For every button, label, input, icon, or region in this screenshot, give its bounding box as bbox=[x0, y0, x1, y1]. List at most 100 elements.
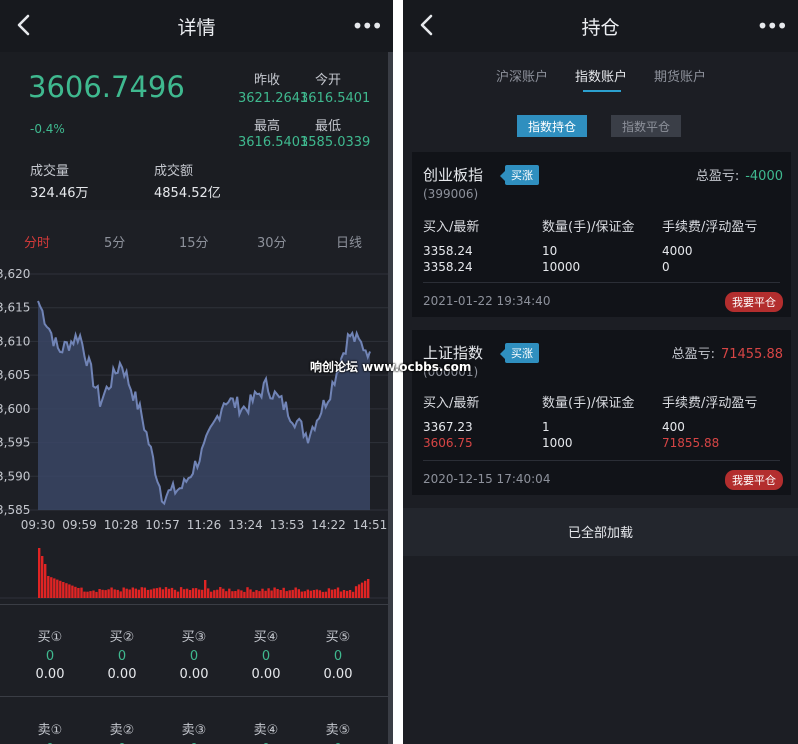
y-tick-label: 3,610 bbox=[0, 334, 30, 348]
volume-bar bbox=[56, 579, 59, 598]
volume-bar bbox=[110, 587, 113, 598]
scrollbar[interactable] bbox=[388, 52, 393, 744]
fee-column: 手续费/浮动盈亏 4000 0 bbox=[662, 220, 757, 275]
volume-bar bbox=[270, 590, 273, 598]
volume-value: 324.46万 bbox=[30, 186, 89, 201]
bid-level-4: 买④ 0 0.00 bbox=[236, 626, 296, 682]
tab-daily[interactable]: 日线 bbox=[336, 232, 362, 251]
x-tick-label: 10:57 bbox=[145, 518, 180, 532]
x-tick-label: 14:22 bbox=[311, 518, 346, 532]
column-header: 数量(手)/保证金 bbox=[542, 220, 635, 235]
volume-bar bbox=[264, 590, 267, 598]
volume-bar bbox=[201, 589, 204, 598]
index-positions-button[interactable]: 指数持仓 bbox=[517, 115, 588, 137]
volume-bar bbox=[62, 582, 65, 598]
bid-qty: 0 bbox=[333, 649, 343, 664]
volume-bar bbox=[50, 577, 53, 598]
stat-open: 今开 bbox=[315, 69, 341, 88]
x-tick-label: 09:59 bbox=[62, 518, 97, 532]
bid-label: 买② bbox=[109, 630, 135, 645]
tab-index-account[interactable]: 指数账户 bbox=[575, 66, 627, 85]
volume-bar bbox=[95, 591, 98, 598]
bid-qty: 0 bbox=[261, 649, 271, 664]
stat-value: 3616.5401 bbox=[300, 91, 371, 106]
volume-bar bbox=[167, 588, 171, 598]
margin: 10000 bbox=[542, 260, 581, 274]
volume-bar bbox=[210, 591, 213, 598]
more-icon[interactable]: ••• bbox=[352, 14, 383, 38]
volume-bar bbox=[137, 589, 140, 598]
volume-bar bbox=[249, 589, 252, 598]
volume-bar bbox=[83, 591, 86, 598]
bid-qty: 0 bbox=[189, 649, 199, 664]
stat-label: 昨收 bbox=[254, 73, 281, 88]
bid-label: 买④ bbox=[253, 630, 279, 645]
volume-bar bbox=[131, 587, 134, 598]
qty-column: 数量(手)/保证金 10 10000 bbox=[542, 220, 635, 275]
ask-label: 卖⑤ bbox=[325, 723, 351, 738]
active-tab-indicator bbox=[583, 90, 621, 92]
volume-bar bbox=[86, 591, 89, 598]
index-closed-button[interactable]: 指数平仓 bbox=[611, 115, 682, 137]
volume-bar bbox=[104, 590, 107, 598]
buy-long-tag: 买涨 bbox=[500, 343, 539, 363]
volume-bar bbox=[261, 588, 264, 598]
more-icon[interactable]: ••• bbox=[757, 14, 788, 38]
volume-bar bbox=[300, 591, 303, 598]
tab-futures-account[interactable]: 期货账户 bbox=[654, 66, 706, 85]
tab-15min[interactable]: 15分 bbox=[179, 232, 209, 251]
total-pnl-label: 总盈亏: bbox=[671, 347, 715, 362]
tab-30min[interactable]: 30分 bbox=[257, 232, 287, 251]
volume-bar bbox=[89, 591, 92, 598]
bid-label: 买③ bbox=[181, 630, 207, 645]
fee-column: 手续费/浮动盈亏 400 71855.88 bbox=[662, 396, 757, 451]
stat-value: 3616.5401 bbox=[238, 135, 309, 150]
tab-a-share-account[interactable]: 沪深账户 bbox=[496, 66, 548, 85]
volume-bar bbox=[225, 591, 228, 598]
volume-bar bbox=[276, 589, 279, 598]
turnover: 成交额 4854.52亿 bbox=[154, 160, 221, 201]
volume-bar bbox=[237, 589, 240, 598]
volume-bar bbox=[71, 585, 74, 598]
volume-bar bbox=[219, 587, 222, 598]
stat-open-value: 3616.5401 bbox=[300, 88, 370, 106]
page-title: 持仓 bbox=[581, 17, 620, 39]
turnover-label: 成交额 bbox=[154, 164, 194, 179]
volume-bar bbox=[182, 589, 186, 598]
volume-bar bbox=[357, 584, 361, 598]
fee: 4000 bbox=[662, 244, 693, 258]
volume-bar bbox=[59, 580, 62, 598]
volume-bar bbox=[107, 589, 110, 598]
volume-bar bbox=[140, 587, 143, 598]
volume-bar bbox=[315, 589, 319, 598]
total-pnl: 总盈亏: -4000 bbox=[696, 165, 783, 184]
volume-bar bbox=[339, 591, 343, 598]
ask-label: 卖① bbox=[37, 723, 63, 738]
open-time: 2020-12-15 17:40:04 bbox=[423, 472, 551, 486]
volume-bar bbox=[65, 583, 68, 598]
volume-bar bbox=[294, 587, 297, 598]
volume-bar bbox=[116, 589, 119, 598]
stat-low-value: 3585.0339 bbox=[300, 132, 370, 150]
volume-bar bbox=[312, 590, 316, 598]
bid-price: 0.00 bbox=[107, 667, 137, 682]
volume-bar bbox=[80, 587, 83, 598]
tab-intraday[interactable]: 分时 bbox=[24, 232, 50, 251]
y-tick-label: 3,615 bbox=[0, 301, 30, 315]
ask-label: 卖④ bbox=[253, 723, 279, 738]
quote-summary: 3606.7496 -0.4% 昨收 3621.2641 今开 3616.540… bbox=[0, 52, 388, 210]
volume-bar bbox=[188, 590, 192, 598]
floating-pnl: 71855.88 bbox=[662, 436, 720, 450]
bid-price: 0.00 bbox=[323, 667, 353, 682]
x-tick-label: 13:24 bbox=[228, 518, 263, 532]
volume-bar bbox=[222, 588, 225, 598]
ask-level-3: 卖③ 0 bbox=[164, 719, 224, 744]
close-position-button[interactable]: 我要平仓 bbox=[725, 470, 783, 490]
volume-bar bbox=[285, 591, 288, 598]
bid-price: 0.00 bbox=[35, 667, 65, 682]
column-header: 买入/最新 bbox=[423, 220, 480, 235]
volume-bar bbox=[348, 590, 352, 598]
close-position-button[interactable]: 我要平仓 bbox=[725, 292, 783, 312]
tab-5min[interactable]: 5分 bbox=[104, 232, 125, 251]
ask-level-4: 卖④ 0 bbox=[236, 719, 296, 744]
